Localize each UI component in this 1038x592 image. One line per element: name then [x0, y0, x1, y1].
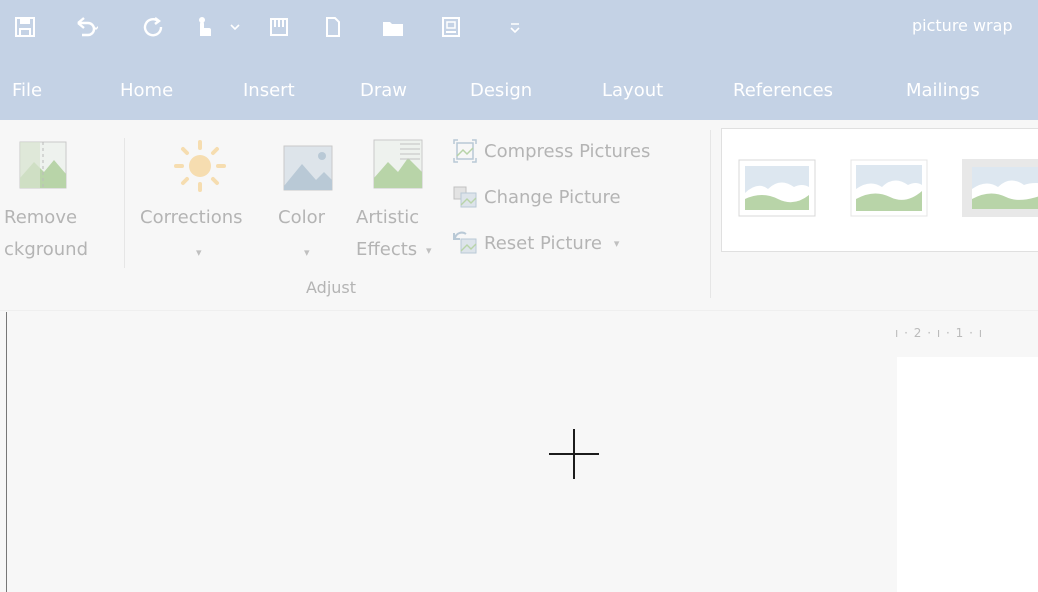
- document-page[interactable]: [897, 357, 1038, 592]
- tab-mailings[interactable]: Mailings: [906, 80, 980, 101]
- compress-pictures-button[interactable]: Compress Pictures: [452, 138, 650, 164]
- sun-icon: [172, 138, 228, 194]
- remove-background-icon: [16, 138, 70, 192]
- save-icon[interactable]: [12, 14, 38, 40]
- remove-background-button[interactable]: Remove ckground: [0, 130, 120, 280]
- window-left-edge: [6, 312, 7, 592]
- tab-insert[interactable]: Insert: [243, 80, 295, 101]
- corrections-button[interactable]: Corrections ▾: [136, 130, 266, 280]
- tab-file[interactable]: File: [12, 80, 42, 101]
- reset-picture-button[interactable]: Reset Picture ▾: [452, 230, 619, 256]
- tab-home[interactable]: Home: [120, 80, 173, 101]
- crosshair-cursor-icon: [549, 429, 599, 479]
- picture-style-thumbnail[interactable]: [850, 159, 928, 217]
- artistic-effects-dropdown-icon: ▾: [426, 244, 432, 257]
- touch-mode-dropdown-icon[interactable]: [222, 14, 248, 40]
- picture-style-thumbnail[interactable]: [738, 159, 816, 217]
- reset-picture-dropdown-icon[interactable]: ▾: [614, 237, 620, 250]
- document-canvas[interactable]: [0, 311, 1038, 592]
- title-bar: picture wrap: [0, 0, 1038, 62]
- customize-qat-icon[interactable]: [502, 14, 528, 40]
- redo-icon[interactable]: [140, 14, 166, 40]
- compress-pictures-icon: [453, 139, 477, 163]
- reset-picture-icon: [453, 231, 477, 254]
- menu-bar: File Home Insert Draw Design Layout Refe…: [0, 62, 1038, 120]
- open-folder-icon[interactable]: [380, 14, 406, 40]
- tab-design[interactable]: Design: [470, 80, 532, 101]
- color-icon: [280, 140, 336, 196]
- picture-style-thumbnail[interactable]: [962, 159, 1038, 217]
- change-picture-icon: [453, 186, 477, 208]
- color-dropdown-icon: ▾: [304, 246, 310, 259]
- color-label: Color: [278, 207, 325, 228]
- undo-icon[interactable]: [72, 14, 98, 40]
- remove-background-label-line2: ckground: [4, 239, 89, 260]
- paste-icon[interactable]: [266, 14, 292, 40]
- remove-background-label-line1: Remove: [4, 207, 78, 228]
- print-preview-icon[interactable]: [438, 14, 464, 40]
- horizontal-ruler[interactable]: ı · 2 · ı · 1 · ı: [895, 326, 983, 340]
- document-title: picture wrap: [912, 16, 1013, 35]
- change-picture-button[interactable]: Change Picture: [452, 184, 621, 210]
- separator: [710, 130, 711, 298]
- touch-mode-icon[interactable]: [190, 14, 216, 40]
- adjust-group-label: Adjust: [306, 278, 357, 297]
- picture-styles-gallery: [721, 128, 1038, 252]
- artistic-effects-button[interactable]: Artistic Effects ▾: [352, 130, 442, 280]
- reset-picture-label: Reset Picture: [484, 232, 602, 254]
- separator: [124, 138, 125, 268]
- corrections-dropdown-icon: ▾: [196, 246, 202, 259]
- color-button[interactable]: Color ▾: [274, 130, 344, 280]
- artistic-effects-icon: [370, 136, 426, 192]
- artistic-effects-label-line2: Effects: [356, 239, 418, 260]
- change-picture-label: Change Picture: [484, 186, 621, 208]
- corrections-label: Corrections: [140, 207, 243, 228]
- tab-layout[interactable]: Layout: [602, 80, 663, 101]
- tab-references[interactable]: References: [733, 80, 833, 101]
- compress-pictures-label: Compress Pictures: [484, 140, 651, 162]
- new-document-icon[interactable]: [320, 14, 346, 40]
- tab-draw[interactable]: Draw: [360, 80, 407, 101]
- artistic-effects-label-line1: Artistic: [356, 207, 420, 228]
